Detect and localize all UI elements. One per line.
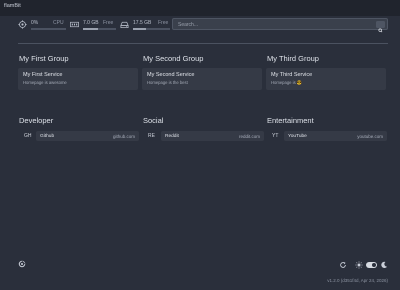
window-titlebar: flamBit	[0, 0, 400, 16]
disk-usage-fill	[133, 28, 146, 30]
cpu-value: 0%	[31, 20, 39, 26]
service-description: Homepage is awesome	[23, 79, 67, 85]
resource-bar: 0% CPU 7.0 GB Free 17.5 GB Free Search..…	[18, 18, 388, 32]
bookmark-name: YouTube	[288, 133, 307, 139]
group-title-second: My Second Group	[143, 54, 204, 63]
bookmark-name: Reddit	[165, 133, 179, 139]
sun-icon	[355, 261, 363, 269]
bookmark-reddit[interactable]: Reddit reddit.com	[161, 131, 264, 141]
bookmark-group-title-entertainment: Entertainment	[267, 116, 314, 125]
cpu-label: CPU	[53, 20, 64, 26]
cpu-usage-bar	[31, 28, 66, 30]
service-name: My Second Service	[147, 72, 195, 78]
bookmark-youtube[interactable]: YouTube youtube.com	[284, 131, 387, 141]
theme-toggle[interactable]	[366, 262, 377, 268]
memory-usage-bar	[83, 28, 116, 30]
service-card-second[interactable]: My Second Service Homepage is the best	[142, 68, 262, 90]
search-placeholder: Search...	[178, 21, 199, 28]
disk-value: 17.5 GB	[133, 20, 152, 26]
homepage-logo-icon[interactable]	[18, 260, 26, 268]
memory-widget: 7.0 GB Free	[70, 18, 118, 32]
service-card-first[interactable]: My First Service Homepage is awesome	[18, 68, 138, 90]
bookmark-group-title-developer: Developer	[19, 116, 54, 125]
group-title-third: My Third Group	[267, 54, 319, 63]
service-name: My First Service	[23, 72, 63, 78]
bookmark-abbr-re: RE	[148, 133, 155, 139]
memory-label: Free	[103, 20, 114, 26]
version-text: v1.2.0 (d351f4d, Apr 24, 2026)	[327, 278, 388, 283]
bookmark-group-title-social: Social	[143, 116, 164, 125]
service-name: My Third Service	[271, 72, 313, 78]
bookmark-url: github.com	[112, 133, 135, 139]
disk-icon	[120, 21, 129, 29]
bookmark-name: Github	[40, 133, 55, 139]
cpu-icon	[18, 20, 27, 29]
theme-toggle-knob	[372, 263, 376, 267]
memory-icon	[70, 21, 79, 28]
service-card-third[interactable]: My Third Service Homepage is 😎	[266, 68, 386, 90]
memory-usage-fill	[83, 28, 98, 30]
window-title: flamBit	[4, 3, 21, 9]
search-button[interactable]	[376, 20, 385, 32]
refresh-icon[interactable]	[339, 261, 347, 269]
header-divider	[18, 43, 388, 44]
disk-label: Free	[158, 20, 169, 26]
bookmark-url: youtube.com	[357, 133, 383, 139]
service-description: Homepage is the best	[147, 79, 188, 85]
bookmark-abbr-gh: GH	[24, 133, 32, 139]
moon-icon	[381, 261, 388, 269]
memory-value: 7.0 GB	[83, 20, 99, 26]
search-icon	[378, 27, 383, 32]
cpu-widget: 0% CPU	[18, 18, 66, 32]
bookmark-abbr-yt: YT	[272, 133, 279, 139]
group-title-first: My First Group	[19, 54, 69, 63]
service-description: Homepage is 😎	[271, 79, 303, 85]
bookmark-github[interactable]: Github github.com	[36, 131, 139, 141]
disk-widget: 17.5 GB Free	[120, 18, 170, 32]
bookmark-url: reddit.com	[238, 133, 260, 139]
disk-usage-bar	[133, 28, 170, 30]
search-input[interactable]: Search...	[172, 18, 388, 32]
